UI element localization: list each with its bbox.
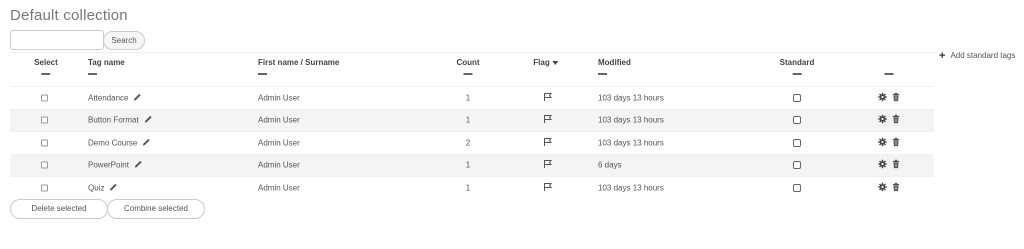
flag-icon[interactable] [543, 92, 553, 103]
row-actions [878, 182, 900, 193]
trash-icon[interactable] [892, 137, 900, 148]
column-modified-label: Modified [598, 58, 631, 67]
column-owner-label: First name / Surname [258, 58, 340, 67]
delete-selected-button[interactable]: Delete selected [10, 199, 108, 219]
table-row: Attendance Admin User 1 103 days 13 hour… [10, 86, 934, 109]
column-actions-toggle[interactable] [884, 73, 894, 75]
column-owner[interactable]: First name / Surname [258, 58, 339, 75]
pencil-icon[interactable] [134, 160, 143, 171]
trash-icon[interactable] [892, 115, 900, 126]
add-standard-tags-label: Add standard tags [950, 51, 1016, 60]
row-actions [878, 115, 900, 126]
count-cell: 1 [465, 183, 471, 193]
table-row: Quiz Admin User 1 103 days 13 hours [10, 176, 934, 199]
count-cell: 1 [465, 93, 471, 103]
column-tag-name-label: Tag name [88, 58, 125, 67]
table-row: PowerPoint Admin User 1 6 days [10, 153, 934, 176]
tag-name[interactable]: Quiz [88, 183, 104, 192]
standard-checkbox[interactable] [793, 161, 801, 170]
trash-icon[interactable] [892, 160, 900, 171]
owner-cell[interactable]: Admin User [258, 116, 300, 125]
row-select-checkbox[interactable] [41, 139, 48, 147]
gear-icon[interactable] [878, 137, 887, 148]
column-count-toggle[interactable] [463, 73, 473, 75]
search-input[interactable] [10, 30, 104, 50]
standard-checkbox[interactable] [793, 183, 801, 192]
column-flag[interactable]: Flag [533, 58, 559, 75]
row-select-checkbox[interactable] [41, 184, 48, 192]
column-count-label: Count [456, 58, 480, 67]
column-modified[interactable]: Modified [598, 58, 631, 75]
pencil-icon[interactable] [109, 182, 118, 193]
tag-name[interactable]: Button Format [88, 116, 139, 125]
row-select-checkbox[interactable] [41, 116, 48, 124]
standard-checkbox[interactable] [793, 116, 801, 125]
column-tag-name-toggle[interactable] [88, 73, 97, 75]
owner-cell[interactable]: Admin User [258, 183, 300, 192]
tag-name[interactable]: Demo Course [88, 138, 137, 147]
column-count[interactable]: Count [456, 58, 480, 75]
tag-name[interactable]: Attendance [88, 93, 128, 102]
combine-selected-button[interactable]: Combine selected [107, 199, 205, 219]
column-select-toggle[interactable] [41, 73, 51, 75]
flag-icon[interactable] [543, 160, 553, 171]
standard-checkbox[interactable] [793, 93, 801, 102]
gear-icon[interactable] [878, 182, 887, 193]
column-actions[interactable] [884, 58, 894, 75]
tag-name-cell: Demo Course [88, 137, 151, 148]
add-standard-tags-link[interactable]: + Add standard tags [939, 49, 1016, 62]
modified-cell: 103 days 13 hours [598, 183, 664, 193]
flag-icon[interactable] [543, 137, 553, 148]
flag-icon[interactable] [543, 182, 553, 193]
column-standard-toggle[interactable] [792, 73, 802, 75]
modified-cell: 103 days 13 hours [598, 138, 664, 148]
table-row: Button Format Admin User 1 103 days 13 h… [10, 108, 934, 131]
search-button[interactable]: Search [103, 31, 145, 50]
gear-icon[interactable] [878, 92, 887, 103]
column-modified-toggle[interactable] [598, 73, 607, 75]
column-standard-label: Standard [779, 58, 815, 67]
trash-icon[interactable] [892, 182, 900, 193]
gear-icon[interactable] [878, 115, 887, 126]
tag-name-cell: Button Format [88, 115, 153, 126]
row-actions [878, 92, 900, 103]
pencil-icon[interactable] [142, 137, 151, 148]
column-standard[interactable]: Standard [779, 58, 815, 75]
row-actions [878, 160, 900, 171]
standard-checkbox[interactable] [793, 138, 801, 147]
trash-icon[interactable] [892, 92, 900, 103]
gear-icon[interactable] [878, 160, 887, 171]
count-cell: 2 [465, 138, 471, 148]
column-owner-toggle[interactable] [258, 73, 267, 75]
pencil-icon[interactable] [133, 92, 142, 103]
tag-name-cell: Quiz [88, 182, 118, 193]
pencil-icon[interactable] [144, 115, 153, 126]
column-select-label: Select [34, 58, 58, 67]
flag-icon[interactable] [543, 115, 553, 126]
row-select-checkbox[interactable] [41, 94, 48, 102]
count-cell: 1 [465, 160, 471, 170]
count-cell: 1 [465, 115, 471, 125]
modified-cell: 103 days 13 hours [598, 115, 664, 125]
tag-name-cell: PowerPoint [88, 160, 143, 171]
plus-icon: + [939, 49, 946, 62]
table-row: Demo Course Admin User 2 103 days 13 hou… [10, 131, 934, 154]
column-select[interactable]: Select [34, 58, 58, 75]
owner-cell[interactable]: Admin User [258, 161, 300, 170]
column-flag-label: Flag [533, 58, 550, 67]
owner-cell[interactable]: Admin User [258, 138, 300, 147]
column-tag-name[interactable]: Tag name [88, 58, 125, 75]
page-title: Default collection [10, 7, 128, 24]
tag-name[interactable]: PowerPoint [88, 161, 129, 170]
tag-name-cell: Attendance [88, 92, 142, 103]
owner-cell[interactable]: Admin User [258, 93, 300, 102]
modified-cell: 6 days [598, 160, 622, 170]
tags-table: Select Tag name First name / Surname Cou… [10, 52, 934, 199]
sort-desc-icon [552, 60, 559, 65]
modified-cell: 103 days 13 hours [598, 93, 664, 103]
row-select-checkbox[interactable] [41, 161, 48, 169]
table-header: Select Tag name First name / Surname Cou… [10, 52, 934, 86]
row-actions [878, 137, 900, 148]
